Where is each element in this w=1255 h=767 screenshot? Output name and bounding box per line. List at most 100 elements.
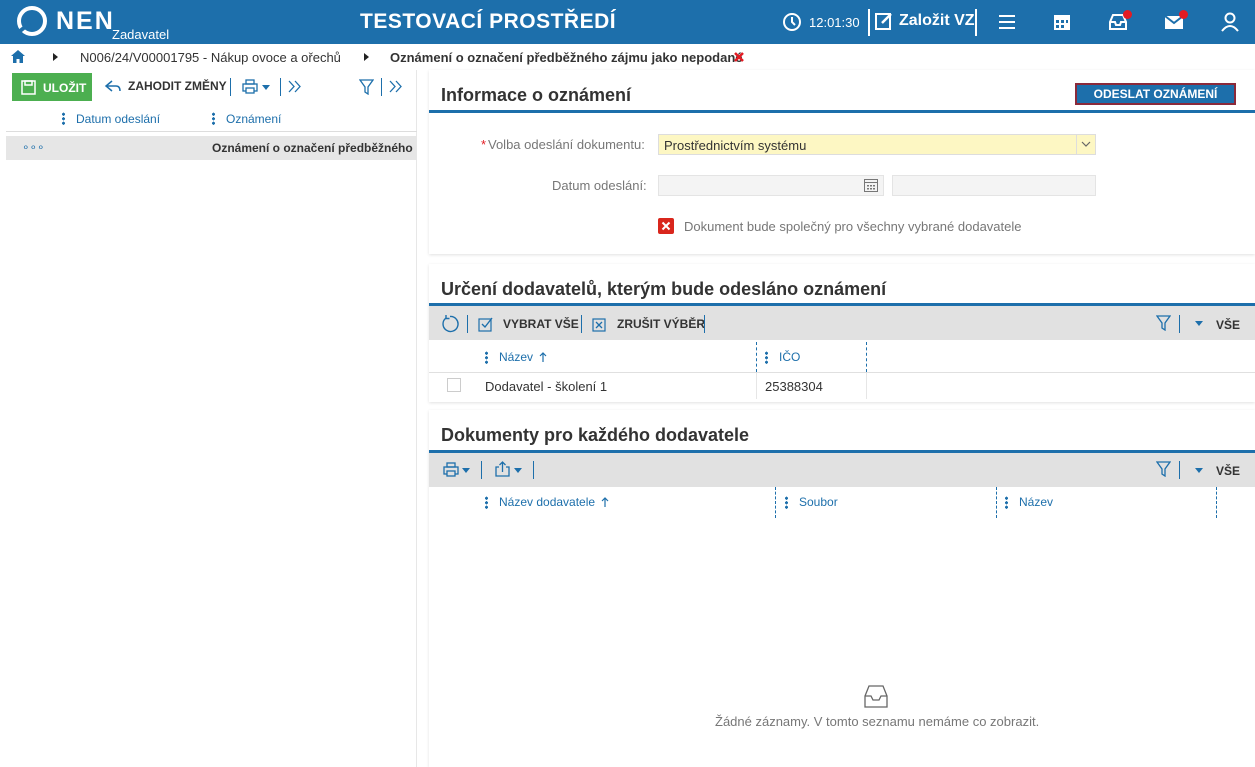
checkbox-cleared-icon (592, 318, 606, 332)
row-checkbox[interactable] (447, 378, 461, 392)
send-method-value: Prostřednictvím systému (664, 138, 807, 153)
column-divider (1216, 487, 1217, 518)
sort-ascending-icon[interactable] (539, 352, 547, 362)
supplier-ico: 25388304 (765, 379, 823, 394)
common-document-checkbox[interactable] (658, 218, 674, 234)
documents-toolbar: VŠE (429, 453, 1255, 487)
filter-scope[interactable]: VŠE (1216, 464, 1240, 478)
chevron-down-icon[interactable] (1195, 321, 1203, 326)
required-marker: * (481, 137, 487, 152)
checkbox-checked-icon (478, 317, 493, 332)
double-chevron-right-icon[interactable] (288, 80, 302, 93)
divider (533, 461, 534, 479)
session-time: 12:01:30 (809, 15, 860, 30)
suppliers-section: Určení dodavatelů, kterým bude odesláno … (429, 264, 1255, 402)
column-header-name[interactable]: Název (1019, 495, 1053, 509)
filter-icon[interactable] (1156, 315, 1171, 331)
print-icon[interactable] (443, 462, 459, 477)
menu-icon[interactable] (996, 11, 1018, 33)
breadcrumb-current: Oznámení o označení předběžného zájmu ja… (390, 50, 743, 65)
close-icon[interactable] (734, 52, 744, 62)
send-date-label: Datum odeslání: (552, 178, 647, 193)
column-menu-icon[interactable] (212, 112, 215, 125)
send-method-label: Volba odeslání dokumentu: (488, 137, 645, 152)
documents-section: Dokumenty pro každého dodavatele VŠE Náz… (429, 410, 1255, 767)
divider (230, 78, 231, 96)
column-menu-icon[interactable] (62, 112, 65, 125)
suppliers-toolbar: VYBRAT VŠE ZRUŠIT VÝBĚR VŠE (429, 306, 1255, 340)
send-method-select[interactable]: Prostřednictvím systému (658, 134, 1096, 155)
breadcrumb-contract[interactable]: N006/24/V00001795 - Nákup ovoce a ořechů (80, 50, 341, 65)
chevron-down-icon[interactable] (262, 85, 270, 90)
column-menu-icon[interactable] (1005, 496, 1008, 509)
column-menu-icon[interactable] (785, 496, 788, 509)
chevron-down-icon[interactable] (514, 468, 522, 473)
app-role: Zadavatel (112, 27, 170, 42)
column-header-date[interactable]: Datum odeslání (76, 112, 160, 126)
calendar-icon[interactable] (864, 179, 878, 192)
edit-icon[interactable] (874, 11, 894, 31)
column-header-file[interactable]: Soubor (799, 495, 838, 509)
calendar-icon[interactable] (1051, 11, 1073, 33)
column-menu-icon[interactable] (765, 351, 768, 364)
divider (704, 315, 705, 333)
discard-changes-button[interactable]: ZAHODIT ZMĚNY (128, 79, 227, 93)
chevron-down-icon (1081, 141, 1091, 147)
column-divider (756, 342, 757, 372)
user-icon[interactable] (1219, 11, 1241, 33)
environment-title: TESTOVACÍ PROSTŘEDÍ (360, 10, 617, 33)
table-row[interactable]: Dodavatel - školení 1 25388304 (429, 373, 1255, 399)
divider (467, 315, 468, 333)
section-underline (429, 110, 1255, 113)
send-date-field[interactable] (658, 175, 884, 196)
common-document-label: Dokument bude společný pro všechny vybra… (684, 219, 1022, 234)
filter-icon[interactable] (1156, 461, 1171, 477)
column-menu-icon[interactable] (485, 496, 488, 509)
divider (866, 373, 867, 399)
section-title-suppliers: Určení dodavatelů, kterým bude odesláno … (441, 279, 887, 299)
section-title-info: Informace o oznámení (441, 85, 632, 105)
home-icon[interactable] (11, 50, 25, 63)
sort-ascending-icon[interactable] (601, 497, 609, 507)
column-divider (866, 342, 867, 372)
create-contract-link[interactable]: Založit VZ (899, 12, 975, 30)
empty-inbox-icon (864, 685, 888, 708)
divider (280, 78, 281, 96)
column-header-ico[interactable]: IČO (779, 350, 800, 364)
print-icon[interactable] (242, 79, 258, 94)
supplier-name: Dodavatel - školení 1 (485, 379, 608, 394)
save-button[interactable]: ULOŽIT (12, 73, 92, 101)
clock-icon (783, 13, 801, 31)
export-icon[interactable] (495, 461, 510, 477)
column-menu-icon[interactable] (485, 351, 488, 364)
column-header-name[interactable]: Název (499, 350, 533, 364)
select-all-button[interactable]: VYBRAT VŠE (503, 317, 579, 331)
divider (975, 9, 977, 36)
floppy-disk-icon (21, 80, 36, 95)
filter-scope[interactable]: VŠE (1216, 318, 1240, 332)
row-menu-icon[interactable]: ∘∘∘ (22, 140, 45, 154)
app-logo-text[interactable]: NEN (56, 7, 115, 36)
divider (581, 315, 582, 333)
column-header-notice[interactable]: Oznámení (226, 112, 281, 126)
breadcrumb: N006/24/V00001795 - Nákup ovoce a ořechů… (0, 44, 1255, 70)
undo-icon[interactable] (104, 79, 122, 94)
divider (868, 9, 870, 36)
send-time-field[interactable] (892, 175, 1096, 196)
divider (381, 78, 382, 96)
send-notice-button[interactable]: ODESLAT OZNÁMENÍ (1075, 83, 1236, 105)
left-panel: ULOŽIT ZAHODIT ZMĚNY Datum odeslání Ozná… (0, 70, 417, 767)
section-title-documents: Dokumenty pro každého dodavatele (441, 425, 750, 445)
chevron-down-icon[interactable] (462, 468, 470, 473)
refresh-icon[interactable] (441, 315, 459, 333)
column-header-supplier-name[interactable]: Název dodavatele (499, 495, 595, 509)
save-label: ULOŽIT (43, 81, 87, 95)
nen-logo-icon[interactable] (16, 5, 48, 37)
filter-icon[interactable] (359, 79, 374, 95)
left-toolbar: ULOŽIT ZAHODIT ZMĚNY (0, 70, 417, 104)
chevron-down-icon[interactable] (1195, 468, 1203, 473)
double-chevron-right-icon[interactable] (389, 80, 403, 93)
deselect-button[interactable]: ZRUŠIT VÝBĚR (617, 317, 705, 331)
table-row[interactable]: ∘∘∘ Oznámení o označení předběžného (6, 136, 417, 160)
divider (481, 461, 482, 479)
